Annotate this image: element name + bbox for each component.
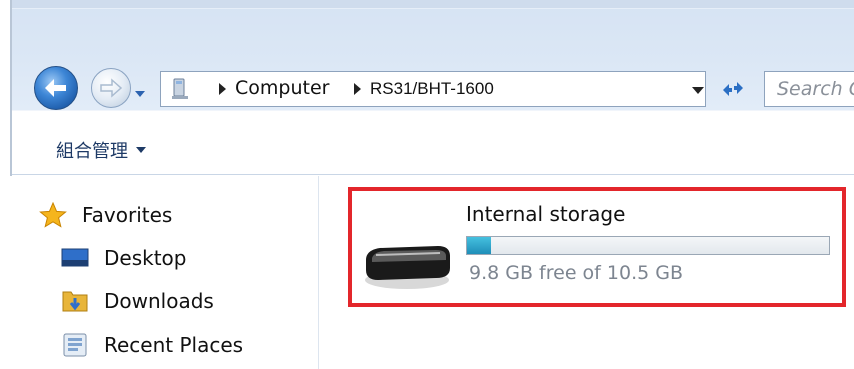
sidebar-item-label: Downloads: [104, 289, 214, 313]
back-arrow-icon: [45, 79, 66, 97]
drive-icon: [365, 246, 450, 289]
sidebar-item-desktop[interactable]: Desktop: [60, 245, 186, 271]
drive-name: Internal storage: [466, 202, 626, 226]
sidebar-item-favorites[interactable]: Favorites: [38, 201, 173, 228]
back-button[interactable]: [34, 66, 78, 110]
sidebar-item-recent-places[interactable]: Recent Places: [60, 332, 243, 358]
computer-icon: [172, 78, 188, 99]
refresh-icon: [723, 82, 743, 96]
sidebar-item-downloads[interactable]: Downloads: [60, 288, 214, 314]
organize-menu-button[interactable]: 組合管理: [56, 137, 146, 163]
command-bar: 組合管理: [12, 128, 854, 175]
sidebar-item-label: Desktop: [104, 246, 187, 270]
address-bar[interactable]: Computer RS31/BHT-1600: [160, 71, 706, 107]
search-placeholder: Search C: [777, 78, 854, 100]
star-icon: [38, 201, 68, 228]
caret-down-icon: [136, 147, 146, 153]
forward-arrow-icon: [100, 78, 123, 98]
recent-places-icon: [60, 332, 90, 358]
breadcrumb-separator-icon: [354, 83, 361, 95]
drive-free-space: 9.8 GB free of 10.5 GB: [469, 262, 684, 284]
storage-usage-bar: [466, 236, 830, 255]
navigation-bar: Computer RS31/BHT-1600 Search C: [12, 62, 854, 114]
sidebar-item-label: Recent Places: [104, 333, 244, 357]
search-box[interactable]: Search C: [764, 71, 854, 107]
sidebar-item-label: Favorites: [82, 203, 173, 227]
recent-pages-button[interactable]: [134, 84, 146, 97]
downloads-folder-icon: [60, 288, 90, 314]
refresh-button[interactable]: [712, 71, 754, 107]
organize-label: 組合管理: [56, 141, 128, 162]
address-dropdown-icon[interactable]: [692, 87, 704, 94]
storage-usage-fill: [467, 237, 492, 254]
forward-button[interactable]: [91, 68, 131, 108]
navigation-pane: Favorites Desktop Downloads Recent Place…: [10, 176, 328, 369]
breadcrumb-device[interactable]: RS31/BHT-1600: [370, 79, 494, 99]
breadcrumb-separator-icon: [219, 83, 226, 95]
title-bar: [12, 0, 854, 9]
chevron-down-icon: [135, 91, 145, 97]
desktop-icon: [60, 245, 90, 271]
breadcrumb-computer[interactable]: Computer: [235, 77, 329, 99]
